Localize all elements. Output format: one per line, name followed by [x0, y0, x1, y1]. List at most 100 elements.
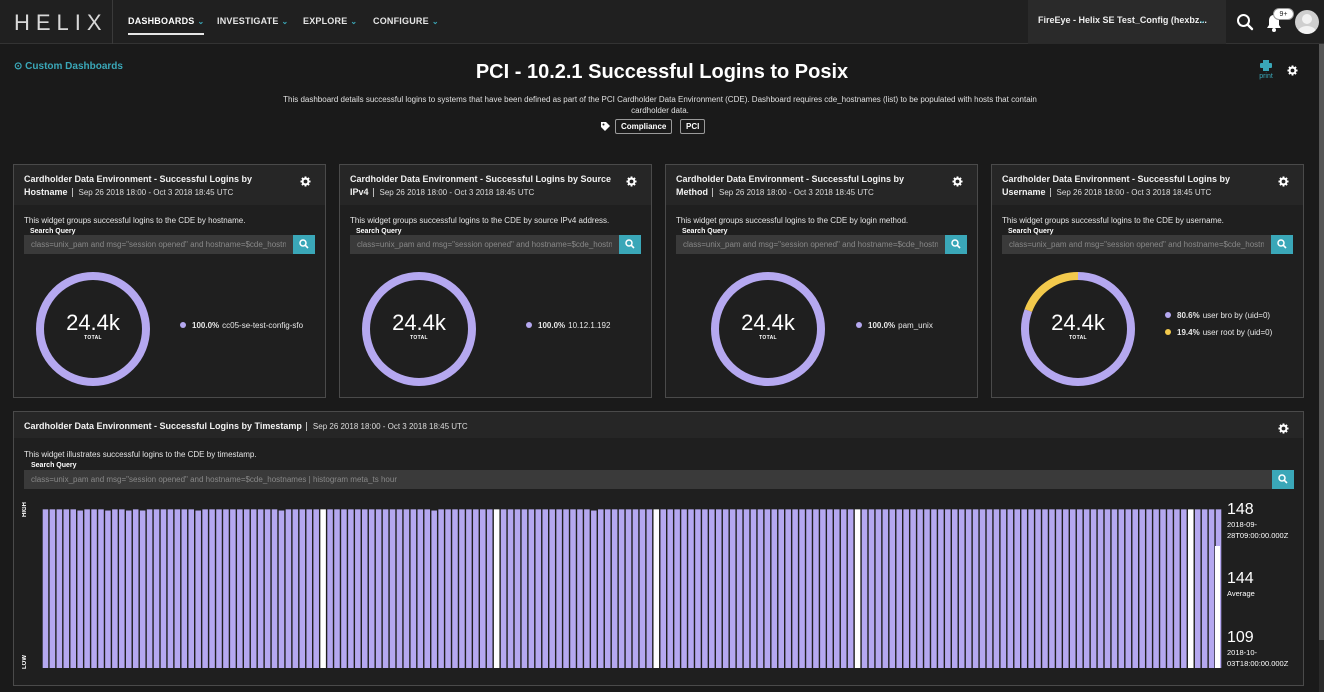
histogram-bar[interactable] [611, 509, 618, 668]
histogram-bar[interactable] [271, 509, 278, 668]
histogram-bar[interactable] [112, 509, 118, 668]
histogram-bar[interactable] [584, 509, 590, 668]
histogram-bar[interactable] [771, 509, 778, 668]
histogram-bar[interactable] [882, 509, 889, 668]
histogram-bar[interactable] [799, 509, 805, 668]
histogram-bar[interactable] [965, 509, 972, 668]
histogram-bar[interactable] [521, 509, 528, 668]
histogram-bar[interactable] [1174, 509, 1180, 668]
histogram-bar[interactable] [146, 509, 153, 668]
histogram-bar[interactable] [896, 509, 902, 668]
histogram-bar[interactable] [591, 510, 597, 668]
histogram-bar[interactable] [445, 509, 451, 668]
gear-icon[interactable] [1278, 423, 1289, 434]
histogram-bar[interactable] [174, 509, 181, 668]
histogram-bar[interactable] [1104, 509, 1111, 668]
histogram-bar[interactable] [466, 509, 472, 668]
gear-icon[interactable] [300, 176, 311, 187]
histogram-bar[interactable] [715, 509, 722, 668]
histogram-bar[interactable] [278, 510, 285, 668]
histogram-bar[interactable] [63, 509, 70, 668]
timestamp-bar-chart[interactable] [42, 505, 1222, 668]
histogram-bar[interactable] [396, 509, 403, 668]
avatar[interactable] [1295, 10, 1319, 34]
histogram-bar[interactable] [917, 509, 923, 668]
histogram-bar[interactable] [320, 509, 326, 668]
histogram-bar[interactable] [945, 509, 951, 668]
histogram-bar[interactable] [70, 509, 76, 668]
histogram-bar[interactable] [403, 509, 410, 668]
histogram-bar[interactable] [577, 509, 583, 668]
histogram-bar[interactable] [951, 509, 958, 668]
histogram-bar[interactable] [986, 509, 993, 668]
histogram-bar[interactable] [931, 509, 937, 668]
histogram-bar[interactable] [1187, 509, 1194, 668]
histogram-bar[interactable] [695, 509, 701, 668]
histogram-bar[interactable] [181, 509, 188, 668]
histogram-bar[interactable] [341, 509, 347, 668]
histogram-bar[interactable] [833, 509, 840, 668]
histogram-bar[interactable] [528, 509, 535, 668]
histogram-bar[interactable] [1056, 509, 1062, 668]
histogram-bar[interactable] [827, 509, 833, 668]
histogram-bar[interactable] [1167, 509, 1173, 668]
histogram-bar[interactable] [1069, 509, 1076, 668]
histogram-bar[interactable] [250, 509, 257, 668]
histogram-bar[interactable] [702, 509, 708, 668]
histogram-bar[interactable] [757, 509, 764, 668]
histogram-bar[interactable] [264, 509, 271, 668]
histogram-bar[interactable] [42, 509, 49, 668]
search-button[interactable] [1272, 470, 1294, 489]
histogram-bar[interactable] [209, 509, 215, 668]
histogram-bar[interactable] [1111, 509, 1118, 668]
legend-item[interactable]: 80.6% user bro by (uid=0) [1165, 311, 1270, 320]
histogram-bar[interactable] [1160, 509, 1166, 668]
nav-investigate[interactable]: INVESTIGATE ⌄ [217, 16, 288, 26]
histogram-bar[interactable] [1181, 509, 1187, 668]
histogram-bar[interactable] [473, 509, 479, 668]
histogram-bar[interactable] [375, 509, 382, 668]
gear-icon[interactable] [626, 176, 637, 187]
histogram-bar[interactable] [938, 509, 944, 668]
histogram-bar[interactable] [389, 509, 396, 668]
histogram-bar[interactable] [1000, 509, 1007, 668]
tag-pci[interactable]: PCI [680, 119, 706, 134]
histogram-bar[interactable] [1194, 509, 1201, 668]
histogram-bar[interactable] [660, 509, 666, 668]
histogram-bar[interactable] [1028, 509, 1034, 668]
histogram-bar[interactable] [306, 509, 312, 668]
histogram-bar[interactable] [348, 509, 354, 668]
histogram-bar[interactable] [167, 509, 174, 668]
histogram-bar[interactable] [618, 509, 625, 668]
histogram-bar[interactable] [820, 509, 826, 668]
histogram-bar[interactable] [722, 509, 729, 668]
print-button[interactable]: print [1258, 60, 1274, 80]
histogram-bar[interactable] [750, 509, 757, 668]
histogram-bar[interactable] [479, 509, 486, 668]
histogram-bar[interactable] [868, 509, 875, 668]
histogram-bar[interactable] [368, 509, 375, 668]
histogram-bar[interactable] [1014, 509, 1020, 668]
histogram-bar[interactable] [257, 509, 264, 668]
histogram-bar[interactable] [729, 509, 736, 668]
histogram-bar[interactable] [417, 509, 424, 668]
histogram-bar[interactable] [1125, 509, 1132, 668]
histogram-bar[interactable] [1208, 509, 1215, 668]
helix-logo[interactable]: HELIX [14, 10, 108, 36]
histogram-bar[interactable] [813, 509, 819, 668]
histogram-bar[interactable] [910, 509, 916, 668]
histogram-bar[interactable] [230, 509, 236, 668]
histogram-bar[interactable] [424, 509, 430, 668]
histogram-bar[interactable] [743, 509, 750, 668]
histogram-bar[interactable] [1021, 509, 1027, 668]
histogram-bar[interactable] [188, 509, 194, 668]
histogram-bar[interactable] [674, 509, 680, 668]
histogram-bar[interactable] [1042, 509, 1048, 668]
histogram-bar[interactable] [514, 509, 521, 668]
histogram-bar[interactable] [778, 509, 784, 668]
histogram-bar[interactable] [77, 510, 83, 668]
histogram-bar[interactable] [493, 509, 500, 668]
histogram-bar[interactable] [958, 509, 965, 668]
gear-icon[interactable] [1278, 176, 1289, 187]
search-button[interactable] [293, 235, 315, 254]
